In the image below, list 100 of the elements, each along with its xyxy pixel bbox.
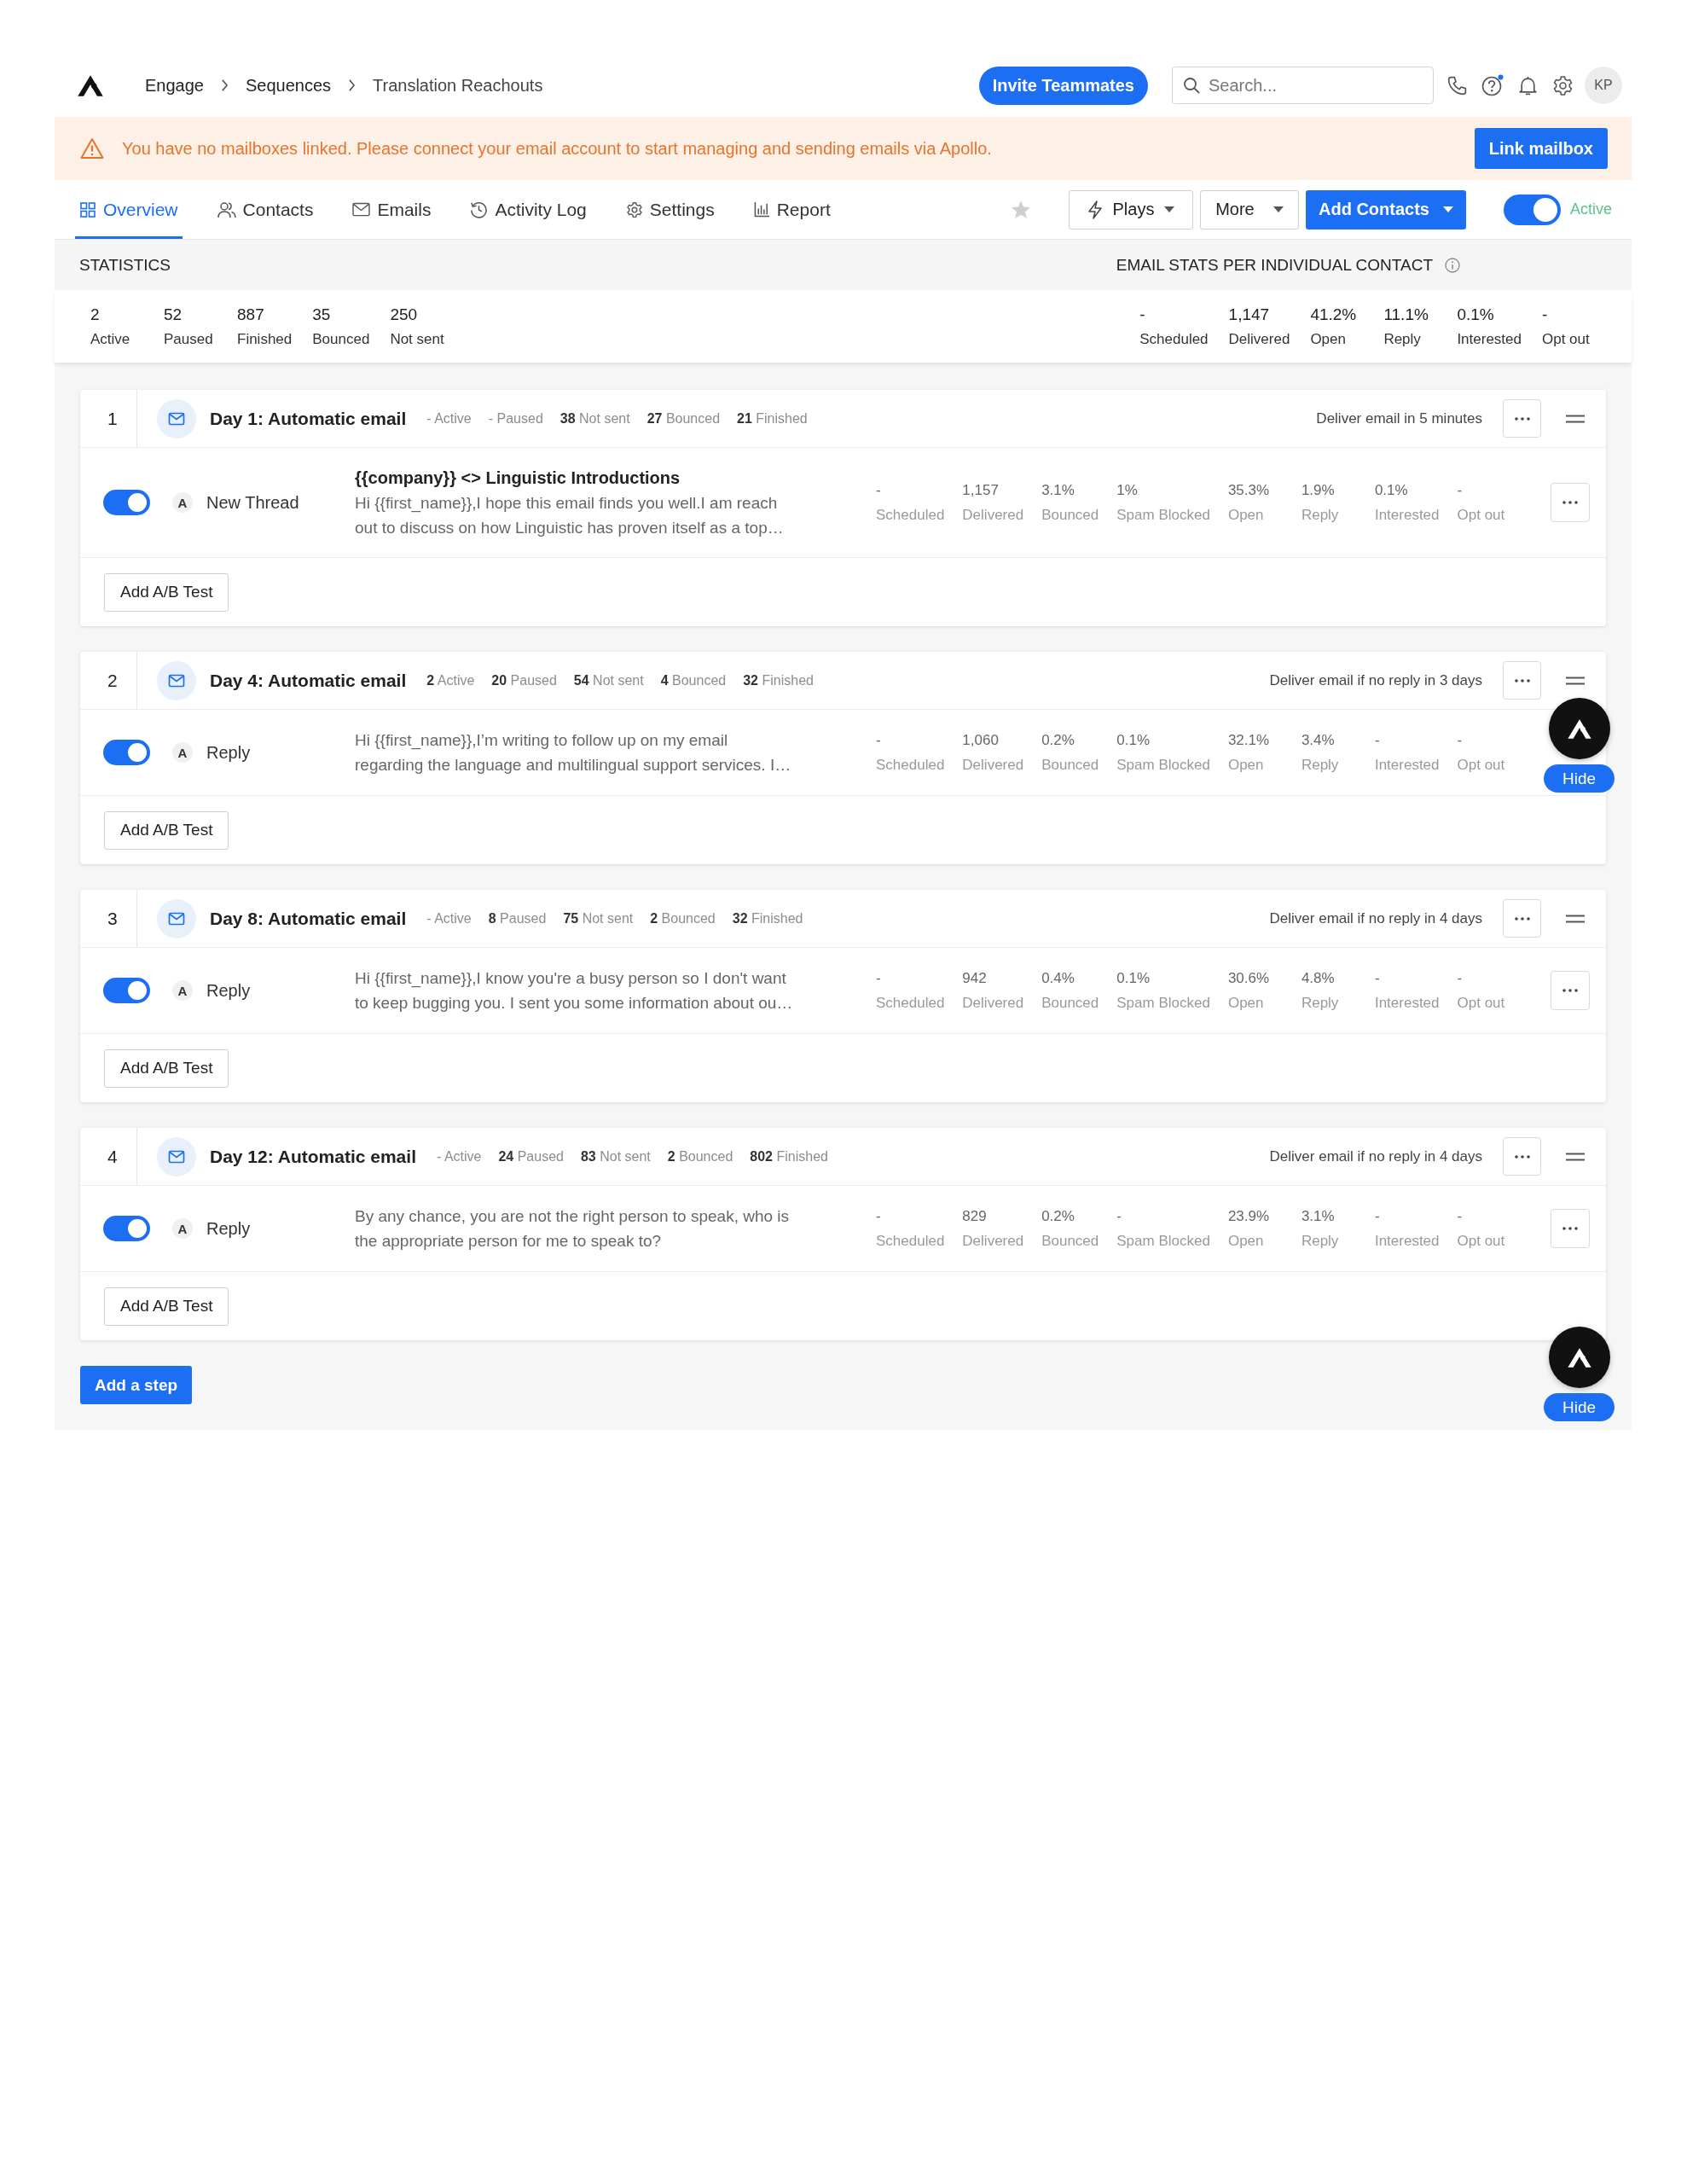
stat-value: 0.1% xyxy=(1457,305,1494,324)
add-step-button[interactable]: Add a step xyxy=(80,1366,193,1404)
stat-label: Opt out xyxy=(1457,506,1505,524)
stat-value: - xyxy=(876,731,881,749)
drag-handle-icon[interactable] xyxy=(1566,414,1585,423)
stat-label: Reply xyxy=(1301,994,1339,1012)
step-count: - Active xyxy=(426,410,472,427)
logo-icon[interactable] xyxy=(77,73,104,97)
stat-value: 41.2% xyxy=(1310,305,1357,324)
step-count: 20 Paused xyxy=(491,672,557,688)
tab[interactable]: Settings xyxy=(621,180,719,239)
add-ab-test-button[interactable]: Add A/B Test xyxy=(104,810,229,850)
stat-value: 829 xyxy=(962,1207,987,1225)
toggle-switch[interactable] xyxy=(103,1216,150,1241)
add-ab-test-button[interactable]: Add A/B Test xyxy=(104,1287,229,1326)
stat-value: 887 xyxy=(237,305,264,324)
phone-icon[interactable] xyxy=(1446,74,1468,96)
breadcrumb-current: Translation Reachouts xyxy=(373,75,543,96)
drag-handle-icon[interactable] xyxy=(1566,676,1585,685)
star-icon[interactable] xyxy=(1010,200,1031,219)
status-label: Active xyxy=(1569,200,1612,218)
more-button[interactable]: More xyxy=(1199,189,1299,229)
step-title: Day 4: Automatic email xyxy=(210,670,407,691)
invite-teammates-button[interactable]: Invite Teammates xyxy=(978,66,1148,105)
stat-value: 11.1% xyxy=(1383,305,1429,324)
tab[interactable]: Report xyxy=(749,180,835,239)
email-type: Reply xyxy=(206,742,251,763)
add-ab-test-button[interactable]: Add A/B Test xyxy=(104,572,229,612)
stat-value: 0.2% xyxy=(1041,1207,1075,1225)
step-count: 2 Bounced xyxy=(667,1148,733,1165)
step-count: 802 Finished xyxy=(750,1148,828,1165)
stat-value: - xyxy=(1457,1207,1463,1225)
link-mailbox-button[interactable]: Link mailbox xyxy=(1474,128,1608,169)
tab[interactable]: Activity Log xyxy=(466,180,591,239)
drag-handle-icon[interactable] xyxy=(1566,914,1585,923)
stat-label: Finished xyxy=(237,330,293,348)
toggle-switch[interactable] xyxy=(103,978,150,1003)
stat-label: Opt out xyxy=(1542,330,1590,348)
stat-value: 1,060 xyxy=(962,731,999,749)
email-preview: Hi {{first_name}},I’m writing to follow up on my email regarding the language and multilingual support services. I… xyxy=(355,730,791,775)
stat-label: Open xyxy=(1310,330,1346,348)
user-avatar[interactable]: KP xyxy=(1585,67,1622,104)
stat-label: Open xyxy=(1227,1232,1264,1250)
step-count: 2 Bounced xyxy=(650,910,716,926)
caret-down-icon xyxy=(1164,206,1175,212)
stat-value: - xyxy=(1374,731,1380,749)
stat-label: Reply xyxy=(1301,756,1339,774)
step-title: Day 8: Automatic email xyxy=(210,908,407,929)
breadcrumb-link[interactable]: Engage xyxy=(145,75,204,96)
toggle-switch[interactable] xyxy=(1503,194,1561,225)
bell-icon[interactable] xyxy=(1517,74,1539,96)
banner-message: You have no mailboxes linked. Please connect your email account to start managing and sending emails via Apollo. xyxy=(122,138,992,159)
tab[interactable]: Contacts xyxy=(212,180,318,239)
stat-label: Opt out xyxy=(1457,1232,1505,1250)
search-icon xyxy=(1183,77,1200,94)
delivery-schedule: Deliver email in 5 minutes xyxy=(1316,410,1482,427)
chevron-right-icon xyxy=(348,79,357,91)
search-field[interactable]: Search... xyxy=(1172,67,1434,104)
step-count: 38 Not sent xyxy=(559,410,630,427)
step-count: 54 Not sent xyxy=(573,672,644,688)
tab[interactable]: Emails xyxy=(348,180,436,239)
stat-label: Interested xyxy=(1374,1232,1440,1250)
settings-icon[interactable] xyxy=(1552,74,1574,96)
stat-label: Reply xyxy=(1301,506,1339,524)
step-count: 8 Paused xyxy=(488,910,547,926)
stat-value: - xyxy=(1139,305,1145,324)
variant-letter: A xyxy=(172,1218,193,1239)
add-contacts-button[interactable]: Add Contacts xyxy=(1305,189,1466,229)
drag-handle-icon[interactable] xyxy=(1566,1152,1585,1161)
step-count: 24 Paused xyxy=(498,1148,564,1165)
help-icon[interactable] xyxy=(1481,74,1504,96)
step-number: 1 xyxy=(107,408,119,429)
hide-button[interactable]: Hide xyxy=(1544,1393,1615,1421)
stat-label: Spam Blocked xyxy=(1116,994,1210,1012)
add-ab-test-button[interactable]: Add A/B Test xyxy=(104,1048,229,1088)
breadcrumb-link[interactable]: Sequences xyxy=(245,75,332,96)
step-title: Day 12: Automatic email xyxy=(210,1146,416,1167)
settings-icon xyxy=(625,200,643,218)
email-subject: {{company}} <> Linguistic Introductions xyxy=(355,468,681,489)
stat-value: - xyxy=(1542,305,1548,324)
stat-value: 32.1% xyxy=(1227,731,1270,749)
stat-value: 1,157 xyxy=(962,481,999,499)
chevron-right-icon xyxy=(220,79,229,91)
stat-value: 942 xyxy=(962,969,987,987)
history-icon xyxy=(470,200,489,218)
more-icon xyxy=(1514,1154,1530,1159)
stat-label: Delivered xyxy=(962,756,1024,774)
stat-value: 3.1% xyxy=(1301,1207,1335,1225)
stat-value: 35 xyxy=(312,305,331,324)
hide-button[interactable]: Hide xyxy=(1544,764,1615,793)
info-icon xyxy=(1445,257,1460,273)
stat-label: Open xyxy=(1227,506,1264,524)
step-number: 2 xyxy=(107,670,119,691)
toggle-switch[interactable] xyxy=(103,740,150,765)
variant-letter: A xyxy=(172,742,193,763)
stat-label: Delivered xyxy=(962,506,1024,524)
email-type: New Thread xyxy=(206,492,299,513)
plays-button[interactable]: Plays xyxy=(1068,189,1193,229)
toggle-switch[interactable] xyxy=(103,490,150,515)
caret-down-icon xyxy=(1442,206,1453,212)
